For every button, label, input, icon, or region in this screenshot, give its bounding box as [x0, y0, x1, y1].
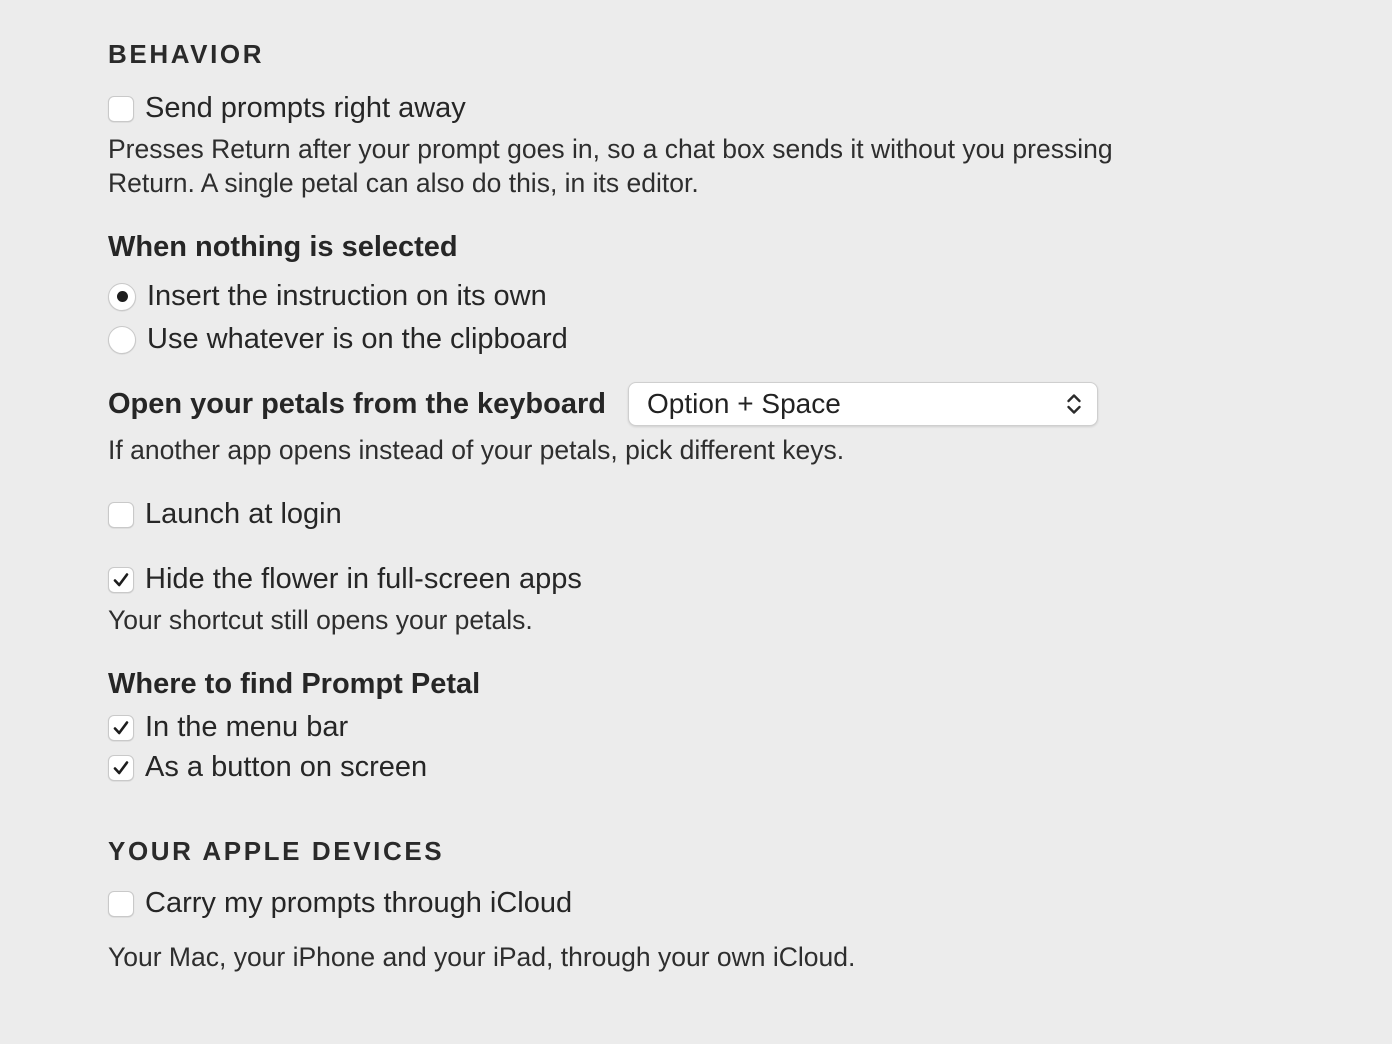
icloud-checkbox[interactable] [108, 890, 134, 917]
screen-button-checkbox[interactable] [108, 754, 134, 781]
section-title-apple-devices: YOUR APPLE DEVICES [108, 836, 445, 866]
send-prompts-label[interactable]: Send prompts right away [145, 92, 466, 125]
send-prompts-checkbox-row[interactable]: Send prompts right away [108, 92, 466, 125]
send-prompts-checkbox[interactable] [108, 95, 134, 122]
shortcut-popup-value: Option + Space [647, 388, 841, 419]
shortcut-popup-button[interactable]: Option + Space [628, 382, 1098, 426]
launch-at-login-row[interactable]: Launch at login [108, 498, 342, 531]
send-prompts-description-line2: Return. A single petal can also do this,… [108, 168, 699, 198]
menu-bar-checkbox[interactable] [108, 714, 134, 741]
radio-use-clipboard-row[interactable]: Use whatever is on the clipboard [108, 323, 568, 356]
where-to-find-title: Where to find Prompt Petal [108, 668, 481, 700]
hide-flower-label[interactable]: Hide the flower in full-screen apps [145, 563, 582, 596]
screen-button-label[interactable]: As a button on screen [145, 751, 427, 784]
keyboard-shortcut-description: If another app opens instead of your pet… [108, 435, 845, 465]
radio-dot-icon [116, 291, 128, 302]
radio-use-clipboard-label[interactable]: Use whatever is on the clipboard [147, 323, 568, 356]
icloud-row[interactable]: Carry my prompts through iCloud [108, 887, 572, 920]
send-prompts-description-line1: Presses Return after your prompt goes in… [108, 134, 1113, 164]
nothing-selected-title: When nothing is selected [108, 231, 458, 263]
menu-bar-row[interactable]: In the menu bar [108, 711, 348, 744]
hide-flower-row[interactable]: Hide the flower in full-screen apps [108, 563, 582, 596]
hide-flower-checkbox[interactable] [108, 566, 134, 593]
radio-insert-instruction-row[interactable]: Insert the instruction on its own [108, 280, 547, 313]
radio-insert-instruction[interactable] [108, 282, 136, 311]
checkmark-icon [113, 720, 129, 734]
keyboard-shortcut-label: Open your petals from the keyboard [108, 388, 606, 420]
settings-panel: BEHAVIOR Send prompts right away Presses… [0, 0, 1392, 1044]
launch-at-login-label[interactable]: Launch at login [145, 498, 342, 531]
section-title-behavior: BEHAVIOR [108, 39, 265, 69]
icloud-description: Your Mac, your iPhone and your iPad, thr… [108, 942, 856, 972]
checkmark-icon [113, 572, 129, 586]
icloud-label[interactable]: Carry my prompts through iCloud [145, 887, 572, 920]
menu-bar-label[interactable]: In the menu bar [145, 711, 348, 744]
launch-at-login-checkbox[interactable] [108, 501, 134, 528]
checkmark-icon [113, 760, 129, 774]
hide-flower-description: Your shortcut still opens your petals. [108, 605, 533, 635]
chevron-up-down-icon [1065, 391, 1083, 417]
radio-use-clipboard[interactable] [108, 325, 136, 354]
radio-insert-instruction-label[interactable]: Insert the instruction on its own [147, 280, 547, 313]
screen-button-row[interactable]: As a button on screen [108, 751, 427, 784]
